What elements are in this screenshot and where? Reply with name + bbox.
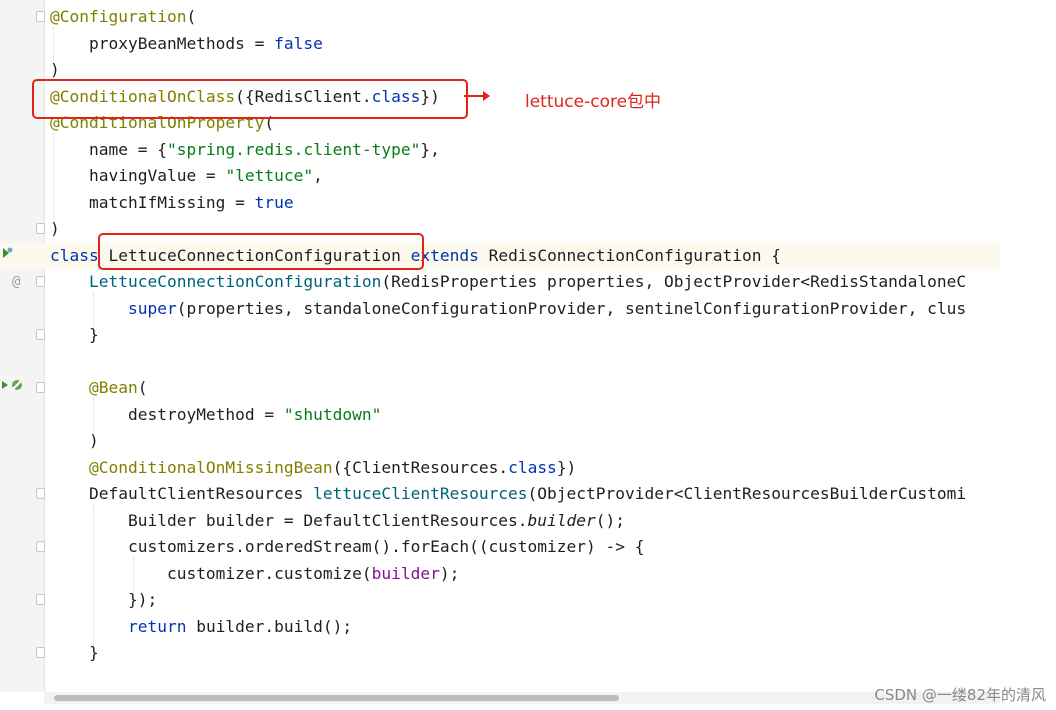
fold-icon[interactable] [36, 647, 45, 658]
fold-icon[interactable] [36, 594, 45, 605]
fold-icon[interactable] [36, 382, 45, 393]
code-line[interactable]: @Bean( [0, 375, 1000, 402]
annotation-note: lettuce-core包中 [525, 92, 662, 112]
fold-icon[interactable] [36, 276, 45, 287]
code-line[interactable]: ) [0, 428, 1000, 455]
fold-icon[interactable] [36, 541, 45, 552]
code-editor[interactable]: @Configuration( proxyBeanMethods = false… [0, 0, 1000, 710]
code-line[interactable]: proxyBeanMethods = false [0, 31, 1000, 58]
code-line[interactable]: name = {"spring.redis.client-type"}, [0, 137, 1000, 164]
code-line[interactable]: @Configuration( [0, 4, 1000, 31]
code-line[interactable]: super(properties, standaloneConfiguratio… [0, 296, 1000, 323]
code-line[interactable]: } [0, 322, 1000, 349]
code-line[interactable]: Builder builder = DefaultClientResources… [0, 508, 1000, 535]
code-line[interactable]: customizer.customize(builder); [0, 561, 1000, 588]
code-line[interactable]: havingValue = "lettuce", [0, 163, 1000, 190]
fold-icon[interactable] [36, 488, 45, 499]
highlight-box-class-name [98, 233, 424, 270]
code-line[interactable]: @ConditionalOnMissingBean({ClientResourc… [0, 455, 1000, 482]
code-line[interactable]: }); [0, 587, 1000, 614]
code-line[interactable]: return builder.build(); [0, 614, 1000, 641]
fold-icon[interactable] [36, 223, 45, 234]
code-line-blank[interactable] [0, 349, 1000, 376]
highlight-box-conditional-on-class [32, 79, 468, 119]
override-icon[interactable]: @ [12, 269, 20, 296]
arrow-icon [464, 91, 490, 101]
fold-icon[interactable] [36, 329, 45, 340]
bean-icon[interactable] [1, 244, 13, 271]
run-icon[interactable] [1, 376, 29, 403]
code-line[interactable]: DefaultClientResources lettuceClientReso… [0, 481, 1000, 508]
fold-icon[interactable] [36, 11, 45, 22]
horizontal-scrollbar[interactable] [44, 692, 1000, 704]
watermark: CSDN @一缕82年的清风 [874, 686, 1046, 704]
code-line[interactable]: } [0, 640, 1000, 667]
scrollbar-thumb[interactable] [54, 695, 619, 701]
code-line[interactable]: customizers.orderedStream().forEach((cus… [0, 534, 1000, 561]
code-line[interactable]: matchIfMissing = true [0, 190, 1000, 217]
code-line[interactable]: destroyMethod = "shutdown" [0, 402, 1000, 429]
code-line[interactable]: @ LettuceConnectionConfiguration(RedisPr… [0, 269, 1000, 296]
